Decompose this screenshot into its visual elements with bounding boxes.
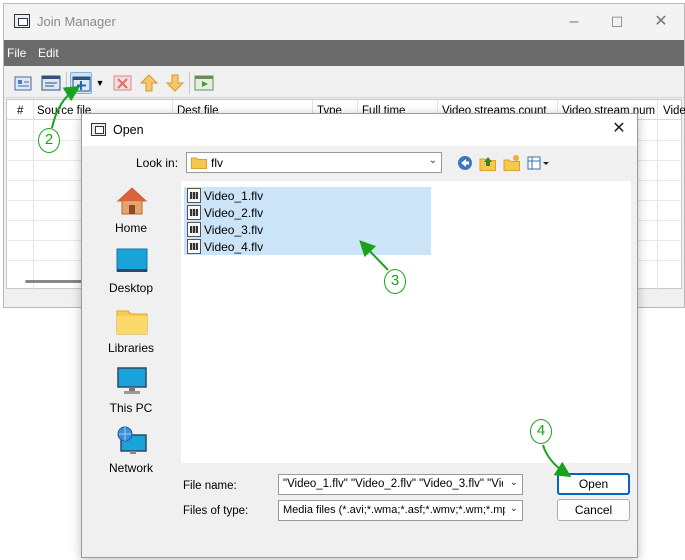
column-header[interactable]: Videc bbox=[663, 105, 685, 117]
place-label: Network bbox=[108, 461, 153, 475]
menu-file[interactable]: File bbox=[7, 46, 26, 60]
place-home[interactable]: Home bbox=[97, 181, 165, 239]
video-file-icon bbox=[187, 239, 201, 254]
place-label: Libraries bbox=[107, 341, 155, 355]
place-this-pc[interactable]: This PC bbox=[97, 361, 165, 419]
toolbar: ▼ bbox=[4, 66, 684, 98]
menu-edit[interactable]: Edit bbox=[38, 46, 59, 60]
file-name-field[interactable]: "Video_1.flv" "Video_2.flv" "Video_3.flv… bbox=[278, 474, 523, 495]
video-file-icon bbox=[187, 222, 201, 237]
home-icon bbox=[116, 187, 148, 215]
files-of-type-select[interactable]: Media files (*.avi;*.wma;*.asf;*.wmv;*.w… bbox=[278, 500, 523, 521]
menu-bar: File Edit bbox=[4, 40, 684, 66]
place-label: Desktop bbox=[108, 281, 154, 295]
up-folder-icon[interactable] bbox=[479, 154, 497, 172]
maximize-icon[interactable]: ☐ bbox=[607, 12, 627, 32]
add-files-icon[interactable] bbox=[70, 72, 92, 94]
move-down-icon[interactable] bbox=[164, 72, 186, 94]
chevron-down-icon: ⌄ bbox=[428, 155, 437, 166]
annotation-marker-3: 3 bbox=[384, 269, 406, 294]
grid-line bbox=[657, 100, 658, 290]
window-title: Join Manager bbox=[37, 14, 116, 29]
file-item-selected[interactable]: Video_4.flv bbox=[184, 238, 431, 255]
dropdown-arrow-icon[interactable]: ▼ bbox=[94, 72, 106, 94]
cancel-button[interactable]: Cancel bbox=[557, 499, 630, 521]
close-icon[interactable]: ✕ bbox=[651, 12, 671, 32]
close-icon[interactable]: ✕ bbox=[609, 119, 629, 139]
dialog-title-bar: Open ✕ bbox=[82, 114, 637, 146]
place-desktop[interactable]: Desktop bbox=[97, 241, 165, 299]
column-header[interactable]: # bbox=[17, 105, 23, 117]
file-item-selected[interactable]: Video_2.flv bbox=[184, 204, 431, 221]
open-list-icon[interactable] bbox=[40, 72, 62, 94]
look-in-value: flv bbox=[211, 156, 223, 170]
app-icon bbox=[14, 14, 30, 28]
annotation-marker-4: 4 bbox=[530, 419, 552, 444]
dialog-title: Open bbox=[113, 123, 144, 137]
start-join-icon[interactable] bbox=[193, 72, 215, 94]
open-dialog: Open ✕ Look in: flv ⌄ Home Desktop Libra… bbox=[81, 113, 638, 558]
grid-line bbox=[33, 100, 34, 290]
file-name: Video_4.flv bbox=[204, 240, 264, 254]
toolbar-separator bbox=[189, 72, 190, 94]
minimize-icon[interactable]: – bbox=[564, 12, 584, 32]
place-label: This PC bbox=[109, 401, 153, 415]
look-in-label: Look in: bbox=[136, 156, 179, 170]
place-libraries[interactable]: Libraries bbox=[97, 301, 165, 359]
chevron-down-icon[interactable]: ⌄ bbox=[510, 477, 518, 488]
remove-icon[interactable] bbox=[112, 72, 134, 94]
open-button[interactable]: Open bbox=[557, 473, 630, 495]
move-up-icon[interactable] bbox=[138, 72, 160, 94]
desktop-icon bbox=[116, 248, 148, 272]
title-bar: Join Manager – ☐ ✕ bbox=[4, 4, 684, 40]
video-file-icon bbox=[187, 205, 201, 220]
file-name-label: File name: bbox=[183, 480, 237, 492]
network-icon bbox=[117, 426, 147, 454]
place-label: Home bbox=[114, 221, 147, 235]
view-menu-icon[interactable] bbox=[526, 154, 552, 172]
files-of-type-value: Media files (*.avi;*.wma;*.asf;*.wmv;*.w… bbox=[283, 504, 505, 516]
places-bar: Home Desktop Libraries This PC Network bbox=[97, 181, 165, 475]
file-name-value: "Video_1.flv" "Video_2.flv" "Video_3.flv… bbox=[283, 478, 503, 490]
file-name: Video_3.flv bbox=[204, 223, 264, 237]
this-pc-icon bbox=[117, 367, 147, 394]
file-item-selected[interactable]: Video_3.flv bbox=[184, 221, 431, 238]
libraries-icon bbox=[116, 310, 148, 335]
toolbar-separator bbox=[66, 72, 67, 94]
file-item-selected[interactable]: Video_1.flv bbox=[184, 187, 431, 204]
new-folder-icon[interactable] bbox=[503, 154, 521, 172]
file-name: Video_2.flv bbox=[204, 206, 264, 220]
dialog-app-icon bbox=[91, 123, 106, 136]
folder-icon bbox=[191, 157, 207, 169]
files-of-type-label: Files of type: bbox=[183, 505, 249, 517]
chevron-down-icon: ⌄ bbox=[509, 503, 518, 514]
look-in-dropdown[interactable]: flv ⌄ bbox=[186, 152, 442, 173]
back-icon[interactable] bbox=[456, 154, 474, 172]
file-name: Video_1.flv bbox=[204, 189, 264, 203]
new-item-icon[interactable] bbox=[12, 72, 34, 94]
video-file-icon bbox=[187, 188, 201, 203]
file-list[interactable]: Video_1.flv Video_2.flv Video_3.flv Vide… bbox=[181, 181, 631, 463]
annotation-marker-2: 2 bbox=[38, 128, 60, 153]
place-network[interactable]: Network bbox=[97, 421, 165, 479]
